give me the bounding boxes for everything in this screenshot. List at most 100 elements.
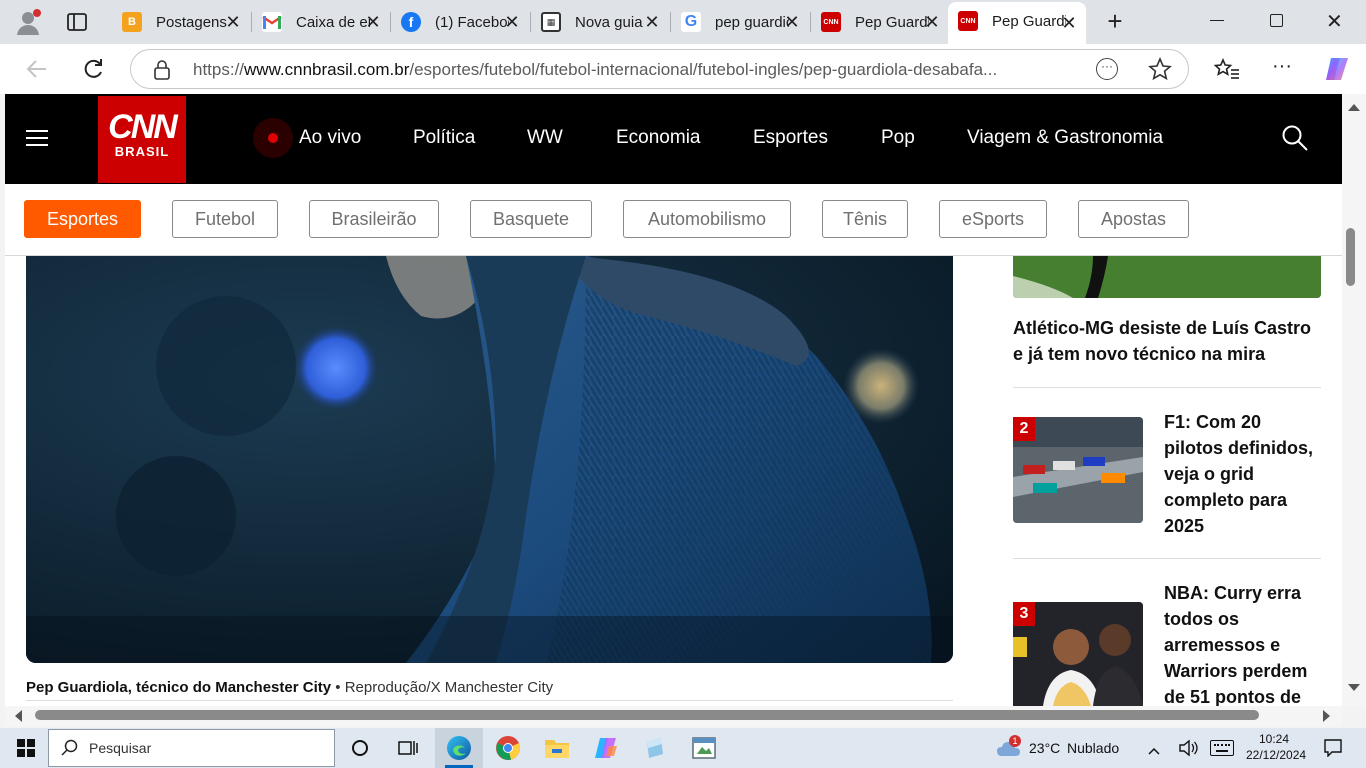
tab-cnn-1[interactable]: CNN Pep Guardiola ✕ — [811, 6, 949, 38]
windows-start-icon[interactable] — [12, 734, 40, 762]
tab-facebook[interactable]: f (1) Facebook ✕ — [391, 6, 529, 38]
lock-icon[interactable] — [153, 60, 171, 80]
app-taskbar-icon[interactable] — [641, 734, 669, 762]
chip-esportes[interactable]: Esportes — [24, 200, 141, 238]
calendar-icon: ▦ — [541, 12, 561, 32]
tab-label: Pep Guardiola — [855, 13, 929, 31]
tab-postagens[interactable]: B Postagens ✕ — [112, 6, 250, 38]
nav-economia[interactable]: Economia — [616, 127, 701, 149]
tab-google-search[interactable]: G pep guardiola ✕ — [671, 6, 809, 38]
copilot-taskbar-icon[interactable] — [592, 734, 620, 762]
close-tab-icon[interactable]: ✕ — [362, 11, 384, 33]
cortana-icon[interactable] — [346, 734, 374, 762]
menu-hamburger-icon[interactable] — [26, 130, 48, 148]
reading-options-icon[interactable]: ··· — [1096, 58, 1118, 80]
show-hidden-icons-chevron-icon[interactable] — [1148, 742, 1160, 755]
edge-taskbar-icon[interactable] — [445, 734, 473, 762]
sports-subnav: Esportes Futebol Brasileirão Basquete Au… — [5, 184, 1342, 256]
refresh-icon[interactable] — [80, 56, 106, 82]
chip-automobilismo[interactable]: Automobilismo — [623, 200, 791, 238]
cnn-brasil-logo[interactable]: CNN BRASIL — [98, 96, 186, 183]
nav-viagem-gastronomia[interactable]: Viagem & Gastronomia — [967, 127, 1163, 149]
file-explorer-icon[interactable] — [543, 734, 571, 762]
tab-label: pep guardiola — [715, 13, 789, 31]
chip-esports[interactable]: eSports — [939, 200, 1047, 238]
copilot-icon[interactable] — [1322, 54, 1352, 84]
taskbar-search-box[interactable]: Pesquisar — [48, 729, 335, 767]
sidebar-item-3-title[interactable]: NBA: Curry erra todos os arremessos e Wa… — [1164, 580, 1324, 706]
sidebar-divider — [1013, 558, 1321, 559]
nav-politica[interactable]: Política — [413, 127, 475, 149]
new-tab-icon[interactable]: + — [1102, 8, 1128, 35]
google-icon: G — [681, 12, 701, 32]
paint-taskbar-icon[interactable] — [690, 734, 718, 762]
chip-basquete[interactable]: Basquete — [470, 200, 592, 238]
scroll-down-arrow-icon[interactable] — [1348, 684, 1360, 691]
cnn-icon: CNN — [958, 11, 978, 31]
search-icon[interactable] — [1281, 124, 1309, 152]
nav-ww[interactable]: WW — [527, 127, 563, 149]
tab-actions-icon[interactable] — [66, 11, 88, 33]
clock[interactable]: 10:24 22/12/2024 — [1246, 731, 1307, 763]
close-tab-icon[interactable]: ✕ — [921, 11, 943, 33]
close-tab-icon[interactable]: ✕ — [1058, 12, 1080, 34]
weather-condition[interactable]: Nublado — [1067, 740, 1119, 756]
weather-temperature[interactable]: 23°C — [1029, 740, 1060, 756]
keyboard-icon[interactable] — [1210, 740, 1234, 756]
url-text: https://www.cnnbrasil.com.br/esportes/fu… — [193, 60, 998, 79]
article-photo[interactable] — [26, 256, 953, 663]
caption-separator: • — [335, 679, 341, 696]
favorite-star-icon[interactable] — [1147, 56, 1173, 82]
weather-cloud-icon[interactable]: 1 — [996, 735, 1022, 758]
tab-label: (1) Facebook — [435, 13, 509, 31]
chip-brasileirao[interactable]: Brasileirão — [309, 200, 439, 238]
caption-title: Pep Guardiola, técnico do Manchester Cit… — [26, 679, 332, 696]
favorites-list-icon[interactable] — [1213, 56, 1240, 82]
close-window-icon[interactable]: ✕ — [1326, 9, 1346, 33]
close-tab-icon[interactable]: ✕ — [222, 11, 244, 33]
sidebar-item-2-title[interactable]: F1: Com 20 pilotos definidos, veja o gri… — [1164, 409, 1324, 539]
volume-icon[interactable] — [1178, 739, 1198, 757]
restore-icon[interactable] — [1270, 14, 1283, 27]
logo-cnn-text: CNN — [108, 108, 178, 146]
profile-avatar-icon[interactable] — [14, 8, 42, 36]
tab-cnn-active[interactable]: CNN Pep Guardiola ✕ — [948, 2, 1086, 44]
settings-more-icon[interactable]: ··· — [1272, 56, 1296, 80]
scroll-thumb-horizontal[interactable] — [35, 710, 1259, 720]
live-indicator-icon — [253, 118, 293, 158]
tab-gmail[interactable]: Caixa de entrada ✕ — [252, 6, 390, 38]
tab-label: Nova guia — [575, 13, 643, 31]
tab-nova-guia[interactable]: ▦ Nova guia ✕ — [531, 6, 669, 38]
vertical-scrollbar[interactable] — [1342, 94, 1366, 706]
scroll-up-arrow-icon[interactable] — [1348, 104, 1360, 111]
chip-apostas[interactable]: Apostas — [1078, 200, 1189, 238]
close-tab-icon[interactable]: ✕ — [641, 11, 663, 33]
chip-tenis[interactable]: Tênis — [822, 200, 908, 238]
close-tab-icon[interactable]: ✕ — [501, 11, 523, 33]
horizontal-scrollbar[interactable] — [5, 706, 1342, 726]
task-view-icon[interactable] — [394, 734, 422, 762]
sidebar-item-1-title[interactable]: Atlético-MG desiste de Luís Castro e já … — [1013, 315, 1321, 367]
scroll-thumb[interactable] — [1346, 228, 1355, 286]
notifications-icon[interactable] — [1324, 739, 1342, 758]
back-icon[interactable] — [24, 56, 50, 82]
nav-pop[interactable]: Pop — [881, 127, 915, 149]
address-bar[interactable]: https://www.cnnbrasil.com.br/esportes/fu… — [130, 49, 1189, 89]
taskbar-search-placeholder: Pesquisar — [89, 740, 152, 756]
scroll-left-arrow-icon[interactable] — [15, 710, 22, 722]
nav-ao-vivo[interactable]: Ao vivo — [299, 127, 361, 149]
nav-esportes[interactable]: Esportes — [753, 127, 828, 149]
gmail-icon — [262, 12, 282, 32]
scroll-right-arrow-icon[interactable] — [1323, 710, 1330, 722]
chip-futebol[interactable]: Futebol — [172, 200, 278, 238]
clock-date: 22/12/2024 — [1246, 748, 1307, 762]
caption-divider — [26, 700, 953, 701]
tab-label: Pep Guardiola — [992, 12, 1066, 30]
clock-time: 10:24 — [1258, 732, 1290, 746]
sidebar-thumb-1[interactable] — [1013, 256, 1321, 298]
close-tab-icon[interactable]: ✕ — [781, 11, 803, 33]
minimize-icon[interactable] — [1210, 20, 1224, 21]
site-header: CNN BRASIL Ao vivo Política WW Economia … — [5, 94, 1342, 184]
windows-taskbar: Pesquisar 1 23°C Nublado 10:24 22/12/202… — [0, 728, 1366, 768]
chrome-taskbar-icon[interactable] — [494, 734, 522, 762]
